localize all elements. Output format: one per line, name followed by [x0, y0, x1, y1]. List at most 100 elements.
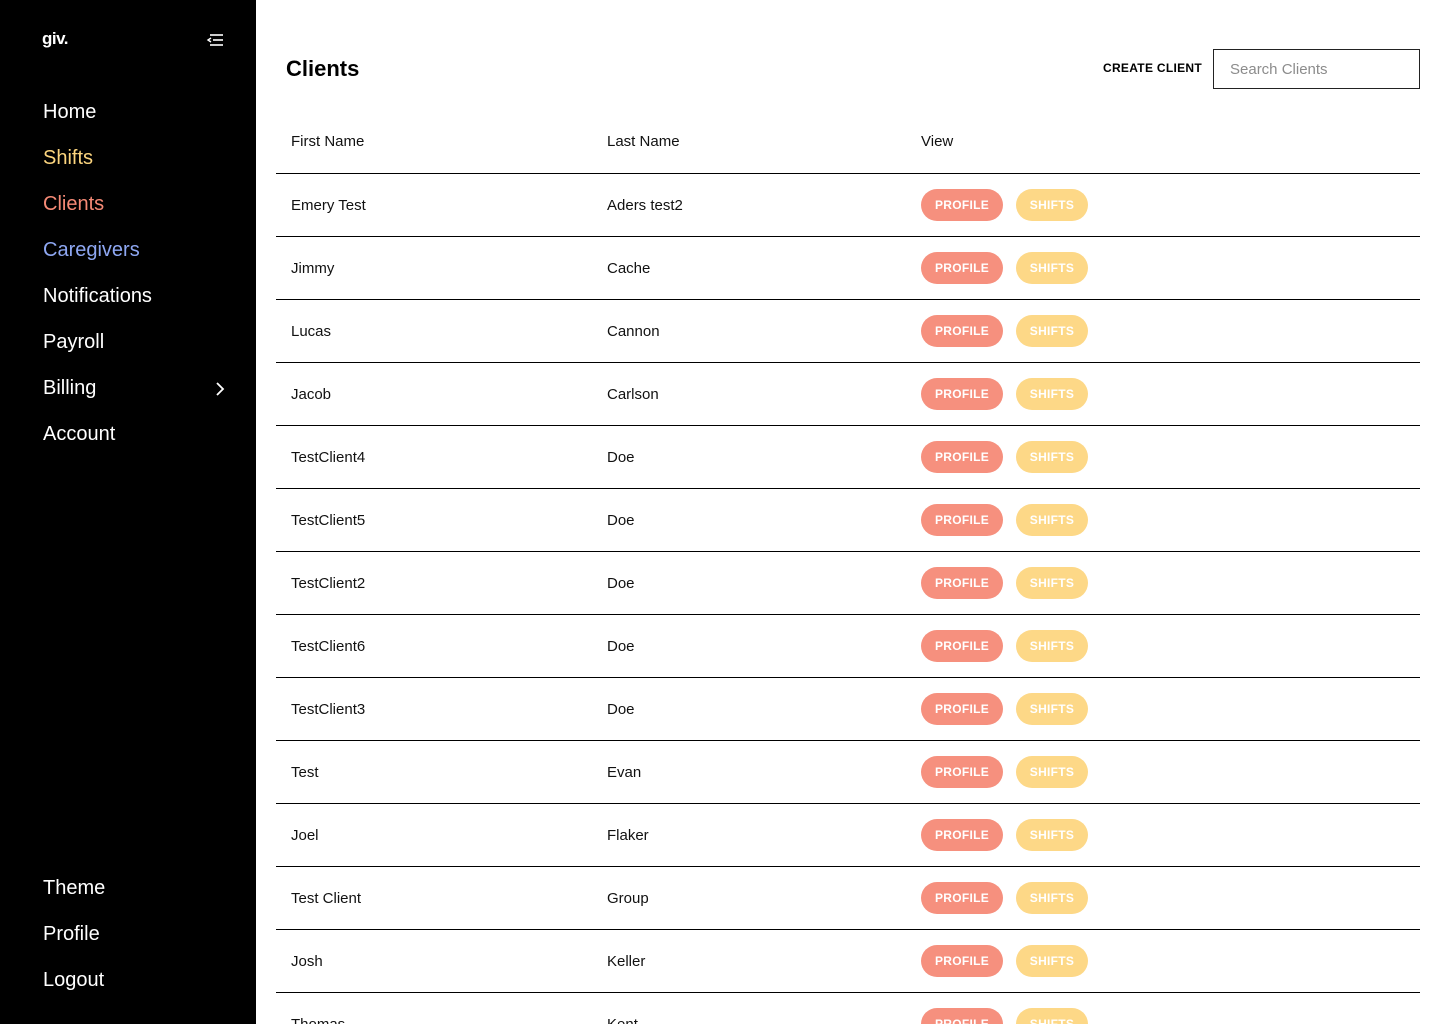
cell-first-name: Josh [291, 952, 323, 970]
cell-last-name: Aders test2 [607, 196, 683, 214]
profile-button[interactable]: PROFILE [921, 441, 1003, 473]
shifts-button[interactable]: SHIFTS [1016, 882, 1088, 914]
cell-first-name: Test [291, 763, 319, 781]
profile-button[interactable]: PROFILE [921, 1008, 1003, 1024]
column-header-view: View [921, 133, 954, 150]
shifts-button[interactable]: SHIFTS [1016, 504, 1088, 536]
sidebar-item-caregivers[interactable]: Caregivers [0, 227, 256, 273]
cell-last-name: Doe [607, 637, 635, 655]
sidebar-item-profile[interactable]: Profile [0, 911, 256, 957]
cell-view-actions: PROFILE SHIFTS [921, 630, 1088, 662]
cell-first-name: Emery Test [291, 196, 366, 214]
table-row: Test Evan PROFILE SHIFTS [276, 741, 1420, 804]
sidebar-item-shifts[interactable]: Shifts [0, 135, 256, 181]
profile-button[interactable]: PROFILE [921, 252, 1003, 284]
cell-last-name: Cannon [607, 322, 660, 340]
create-client-button[interactable]: CREATE CLIENT [1103, 61, 1202, 75]
sidebar: giv. Home Shifts Clients Caregivers Notifica… [0, 0, 256, 1024]
cell-view-actions: PROFILE SHIFTS [921, 567, 1088, 599]
table-body: Emery Test Aders test2 PROFILE SHIFTS Jimmy C… [276, 174, 1420, 1024]
sidebar-item-theme[interactable]: Theme [0, 865, 256, 911]
sidebar-item-label: Shifts [43, 146, 94, 169]
search-clients-input[interactable] [1213, 49, 1420, 89]
shifts-button[interactable]: SHIFTS [1016, 693, 1088, 725]
table-row: Test Client Group PROFILE SHIFTS [276, 867, 1420, 930]
cell-first-name: TestClient3 [291, 700, 366, 718]
sidebar-item-account[interactable]: Account [0, 411, 256, 457]
main-content: Clients CREATE CLIENT First Name Last Na… [256, 0, 1440, 1024]
profile-button[interactable]: PROFILE [921, 315, 1003, 347]
profile-button[interactable]: PROFILE [921, 189, 1003, 221]
sidebar-item-label: Caregivers [43, 238, 140, 261]
shifts-button[interactable]: SHIFTS [1016, 441, 1088, 473]
table-row: Lucas Cannon PROFILE SHIFTS [276, 300, 1420, 363]
cell-last-name: Keller [607, 952, 646, 970]
shifts-button[interactable]: SHIFTS [1016, 378, 1088, 410]
table-header: First Name Last Name View [276, 110, 1420, 174]
sidebar-item-logout[interactable]: Logout [0, 957, 256, 1003]
sidebar-item-billing[interactable]: Billing [0, 365, 256, 411]
sidebar-item-label: Logout [43, 968, 105, 991]
sidebar-item-label: Billing [43, 376, 97, 399]
sidebar-item-label: Profile [43, 922, 100, 945]
cell-first-name: TestClient4 [291, 448, 366, 466]
cell-last-name: Flaker [607, 826, 649, 844]
shifts-button[interactable]: SHIFTS [1016, 630, 1088, 662]
cell-view-actions: PROFILE SHIFTS [921, 315, 1088, 347]
sidebar-item-payroll[interactable]: Payroll [0, 319, 256, 365]
profile-button[interactable]: PROFILE [921, 819, 1003, 851]
shifts-button[interactable]: SHIFTS [1016, 189, 1088, 221]
shifts-button[interactable]: SHIFTS [1016, 945, 1088, 977]
cell-view-actions: PROFILE SHIFTS [921, 378, 1088, 410]
profile-button[interactable]: PROFILE [921, 378, 1003, 410]
cell-first-name: Jimmy [291, 259, 335, 277]
profile-button[interactable]: PROFILE [921, 504, 1003, 536]
profile-button[interactable]: PROFILE [921, 756, 1003, 788]
profile-button[interactable]: PROFILE [921, 567, 1003, 599]
cell-first-name: Jacob [291, 385, 332, 403]
cell-first-name: Test Client [291, 889, 362, 907]
table-row: Jimmy Cache PROFILE SHIFTS [276, 237, 1420, 300]
cell-view-actions: PROFILE SHIFTS [921, 693, 1088, 725]
sidebar-bottom-nav: Theme Profile Logout [0, 865, 256, 1003]
shifts-button[interactable]: SHIFTS [1016, 315, 1088, 347]
cell-first-name: Joel [291, 826, 319, 844]
page-title: Clients [286, 56, 360, 81]
table-row: TestClient6 Doe PROFILE SHIFTS [276, 615, 1420, 678]
menu-collapse-icon[interactable] [205, 31, 225, 49]
shifts-button[interactable]: SHIFTS [1016, 1008, 1088, 1024]
sidebar-item-label: Payroll [43, 330, 105, 353]
table-row: Jacob Carlson PROFILE SHIFTS [276, 363, 1420, 426]
cell-first-name: TestClient2 [291, 574, 366, 592]
table-row: TestClient2 Doe PROFILE SHIFTS [276, 552, 1420, 615]
profile-button[interactable]: PROFILE [921, 882, 1003, 914]
shifts-button[interactable]: SHIFTS [1016, 252, 1088, 284]
cell-view-actions: PROFILE SHIFTS [921, 189, 1088, 221]
chevron-right-icon[interactable] [214, 380, 226, 396]
sidebar-item-label: Account [43, 422, 116, 445]
sidebar-item-label: Theme [43, 876, 106, 899]
cell-view-actions: PROFILE SHIFTS [921, 819, 1088, 851]
table-row: TestClient4 Doe PROFILE SHIFTS [276, 426, 1420, 489]
sidebar-item-home[interactable]: Home [0, 89, 256, 135]
table-row: Emery Test Aders test2 PROFILE SHIFTS [276, 174, 1420, 237]
shifts-button[interactable]: SHIFTS [1016, 567, 1088, 599]
cell-view-actions: PROFILE SHIFTS [921, 756, 1088, 788]
cell-first-name: Lucas [291, 322, 332, 340]
cell-last-name: Carlson [607, 385, 659, 403]
shifts-button[interactable]: SHIFTS [1016, 756, 1088, 788]
profile-button[interactable]: PROFILE [921, 693, 1003, 725]
profile-button[interactable]: PROFILE [921, 945, 1003, 977]
cell-view-actions: PROFILE SHIFTS [921, 1008, 1088, 1024]
column-header-last-name: Last Name [607, 133, 680, 150]
cell-first-name: TestClient6 [291, 637, 366, 655]
cell-last-name: Doe [607, 574, 635, 592]
shifts-button[interactable]: SHIFTS [1016, 819, 1088, 851]
profile-button[interactable]: PROFILE [921, 630, 1003, 662]
sidebar-nav: Home Shifts Clients Caregivers Notifications… [0, 89, 256, 457]
clients-table: First Name Last Name View Emery Test Ader… [276, 110, 1420, 1024]
app-logo[interactable]: giv. [42, 29, 69, 49]
cell-view-actions: PROFILE SHIFTS [921, 441, 1088, 473]
sidebar-item-clients[interactable]: Clients [0, 181, 256, 227]
sidebar-item-notifications[interactable]: Notifications [0, 273, 256, 319]
